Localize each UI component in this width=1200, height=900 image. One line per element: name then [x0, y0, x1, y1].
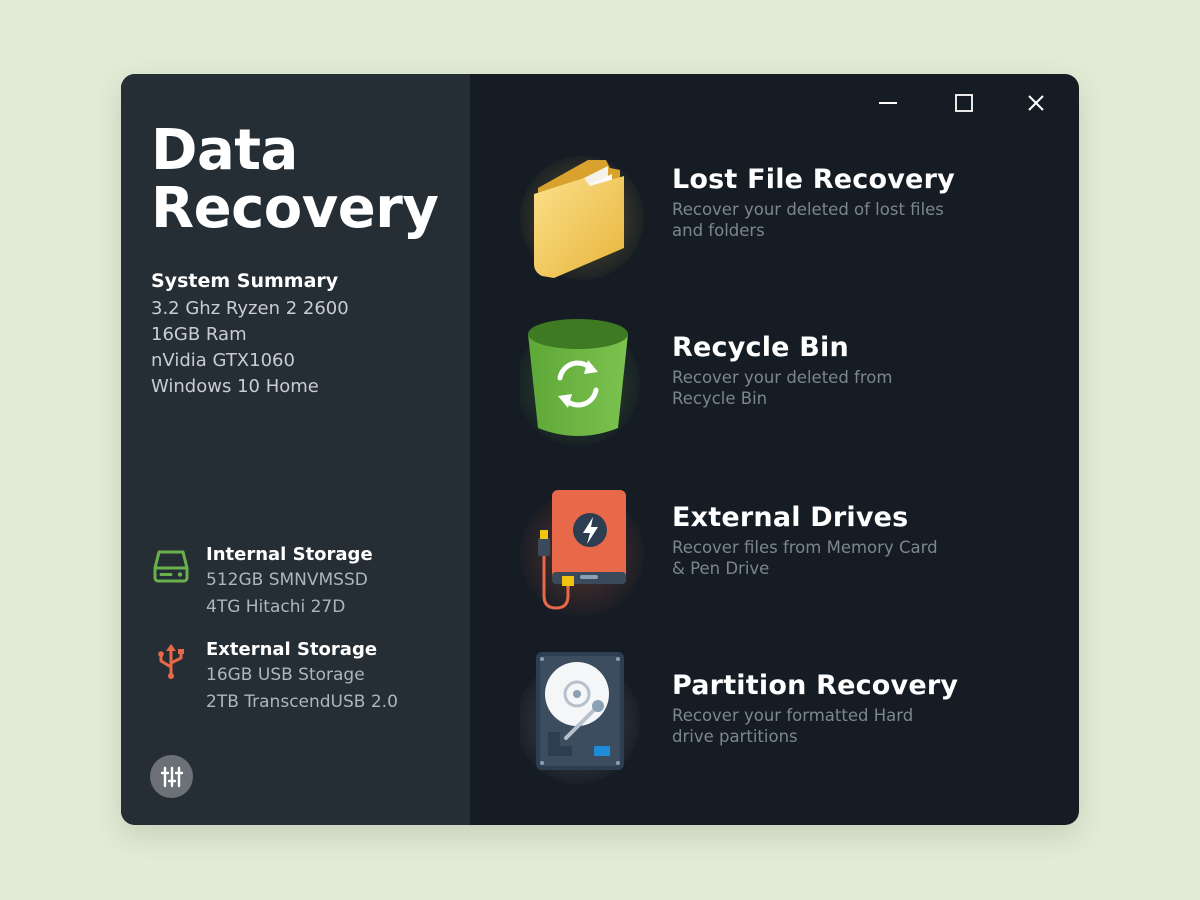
card-description: Recover your formatted Hard drive partit… — [672, 706, 914, 746]
minimize-button[interactable] — [868, 88, 908, 118]
maximize-button[interactable] — [944, 88, 984, 118]
app-title-line2: Recovery — [151, 176, 439, 241]
external-storage-heading: External Storage — [206, 639, 378, 660]
storage-item: 4TG Hitachi 27D — [206, 597, 346, 617]
app-title: Data Recovery — [151, 118, 439, 241]
storage-item: 512GB SMNVMSSD — [206, 570, 368, 590]
app-window: Data Recovery System Summary 3.2 Ghz Ryz… — [121, 74, 1079, 825]
sliders-icon — [160, 766, 183, 787]
card-description: Recover your deleted from Recycle Bin — [672, 368, 893, 408]
maximize-icon — [955, 94, 973, 112]
system-summary: System Summary 3.2 Ghz Ryzen 2 2600 16GB… — [151, 270, 349, 400]
card-partition-recovery[interactable]: Partition Recovery Recover your formatte… — [516, 652, 990, 792]
internal-storage-heading: Internal Storage — [206, 544, 373, 565]
close-icon — [1028, 95, 1044, 111]
usb-icon — [151, 641, 191, 681]
settings-button[interactable] — [150, 755, 193, 798]
summary-item: 3.2 Ghz Ryzen 2 2600 — [151, 298, 349, 319]
external-drive-icon — [520, 484, 650, 624]
hard-drive-icon — [151, 546, 191, 586]
summary-item: nVidia GTX1060 — [151, 350, 295, 371]
summary-item: 16GB Ram — [151, 324, 247, 345]
card-title: Lost File Recovery — [672, 164, 955, 195]
app-title-line1: Data — [151, 118, 298, 183]
card-title: External Drives — [672, 502, 909, 533]
recycle-bin-icon — [516, 314, 650, 454]
card-description: Recover files from Memory Card & Pen Dri… — [672, 538, 938, 578]
folder-icon — [520, 146, 650, 286]
card-lost-file-recovery[interactable]: Lost File Recovery Recover your deleted … — [520, 146, 990, 286]
storage-item: 16GB USB Storage — [206, 665, 365, 685]
close-button[interactable] — [1016, 88, 1056, 118]
external-storage: External Storage 16GB USB Storage 2TB Tr… — [151, 639, 398, 716]
card-recycle-bin[interactable]: Recycle Bin Recover your deleted from Re… — [516, 314, 990, 454]
sidebar: Data Recovery System Summary 3.2 Ghz Ryz… — [121, 74, 470, 825]
card-title: Recycle Bin — [672, 332, 849, 363]
internal-storage: Internal Storage 512GB SMNVMSSD 4TG Hita… — [151, 544, 373, 621]
summary-item: Windows 10 Home — [151, 376, 319, 397]
storage-item: 2TB TranscendUSB 2.0 — [206, 692, 398, 712]
hard-disk-icon — [516, 652, 650, 792]
main-panel: Lost File Recovery Recover your deleted … — [470, 74, 1079, 825]
card-title: Partition Recovery — [672, 670, 959, 701]
card-description: Recover your deleted of lost files and f… — [672, 200, 944, 240]
system-summary-heading: System Summary — [151, 270, 339, 292]
minimize-icon — [879, 102, 897, 104]
card-external-drives[interactable]: External Drives Recover files from Memor… — [520, 484, 990, 624]
